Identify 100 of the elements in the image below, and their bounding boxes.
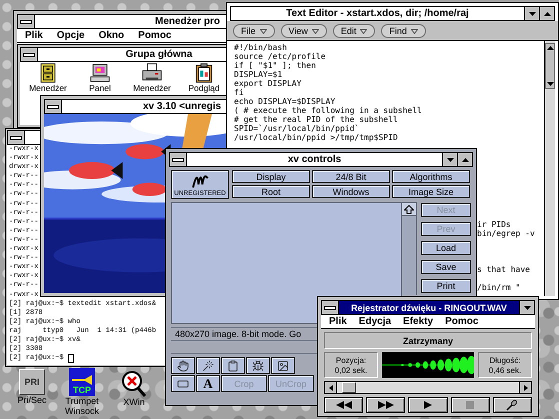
control-button[interactable]: Display [232,170,310,183]
window-title: xv 3.10 <unregis [143,101,222,112]
info-value: 0,02 sek. [334,366,368,374]
system-menu-button[interactable] [17,14,35,29]
status-text: Zatrzymany [324,332,532,349]
caret-icon [410,28,418,34]
trumpet-icon [71,375,93,385]
control-button[interactable]: Windows [312,185,390,198]
icon-label: Menedżer [133,84,171,93]
caret-icon [446,158,454,162]
control-button[interactable]: Image Size [392,185,470,198]
icon-label: Pri/Sec [17,395,46,405]
minimize-button[interactable] [524,6,540,21]
icon-label: Podgląd [188,84,220,93]
system-menu-button[interactable] [321,300,339,315]
scrollbar-thumb[interactable] [545,43,555,89]
play-button[interactable] [408,397,448,413]
info-value: 0,46 sek. [488,366,522,374]
text-tool-button[interactable]: A [196,375,220,392]
code-line: SPID=`/usr/local/bin/ppid` [234,124,360,133]
caret-icon [462,158,468,162]
stop-button[interactable] [450,397,490,413]
wand-icon [202,360,214,372]
code-line: DISPLAY=$1 [234,70,284,79]
code-line: export DISPLAY [234,79,302,88]
info-label: Pozycja: [336,356,366,364]
icon-label: Winsock [64,406,99,416]
menu-item[interactable]: Edycja [358,316,392,327]
control-button[interactable]: Root [232,185,310,198]
caret-icon [544,12,550,16]
arrow-right-icon [524,384,528,390]
menu-item[interactable]: Pomoc [138,30,172,41]
code-line: s that have [477,265,530,274]
window-title: Text Editor - xstart.xdos, dir; /home/raj [286,8,469,19]
tool-button[interactable] [196,357,220,374]
tool-button[interactable] [271,357,295,374]
code-line: ( # execute the following in a subshell [234,106,423,115]
system-menu-button[interactable] [169,152,187,167]
menu-item[interactable]: Plik [25,30,43,41]
menu-button[interactable]: Edit [332,24,376,38]
menu-item[interactable]: Okno [98,30,124,41]
rewind-button[interactable] [324,397,364,413]
tool-button[interactable] [246,357,270,374]
caret-icon [546,82,554,86]
desktop-icon[interactable]: TCP [69,368,95,396]
code-line: # get the real PID of the subshell [234,115,399,124]
code-line: source /etc/profile [234,52,327,61]
side-button[interactable]: Load [421,241,471,255]
maximize-button[interactable] [457,152,473,167]
icon-label: XWin [123,397,145,407]
tool-button[interactable] [221,357,245,374]
frame-icon [177,378,189,390]
minimize-button[interactable] [442,152,458,167]
icon-text: TCP [73,385,91,395]
code-line: echo DISPLAY=$DISPLAY [234,97,336,106]
record-button[interactable] [492,397,532,413]
system-menu-button[interactable] [7,130,25,145]
system-menu-button[interactable] [20,47,38,62]
window-title: xv controls [288,154,342,165]
caret-icon [524,306,530,310]
menu-item[interactable]: Opcje [56,30,85,41]
menu-item[interactable]: Pomoc [445,316,478,327]
menu-button[interactable]: File [233,24,275,38]
clipboard-icon [227,360,239,372]
menu-button[interactable]: Find [381,24,426,38]
menu-item[interactable]: Efekty [403,316,434,327]
icon-label: Menedżer [29,84,67,93]
image-icon [277,360,289,372]
icon-text: PRI [24,377,40,387]
control-button[interactable]: Algorithms [392,170,470,183]
tool-button[interactable] [171,375,195,392]
maximize-button[interactable] [539,6,555,21]
scroll-up-button[interactable] [402,203,416,216]
info-label: Długość: [489,356,521,364]
bug-icon [252,360,264,372]
code-line: fi [234,88,245,97]
code-line: #!/bin/bash [234,43,288,52]
control-button[interactable]: 24/8 Bit [312,170,390,183]
window-title: Rejestrator dźwięku - RINGOUT.WAV [351,302,507,312]
text-cursor [68,354,74,364]
magnifier-icon[interactable] [122,371,146,397]
code-line: ir PIDs [477,220,511,229]
caret-icon [360,28,368,34]
icon-label: Trumpet [65,396,99,406]
forward-button[interactable] [366,397,406,413]
tool-button[interactable] [171,357,195,374]
code-line: /bin/rm " [477,283,520,292]
hand-icon [177,360,189,372]
caret-icon [312,28,319,34]
arrow-left-icon [328,384,332,390]
system-menu-button[interactable] [44,99,62,114]
slider-thumb[interactable] [342,382,356,393]
side-button[interactable]: Save [421,260,471,274]
menu-button[interactable]: View [280,24,327,38]
code-line: bin/egrep -v [477,229,535,238]
minimize-button[interactable] [519,300,535,315]
side-button[interactable]: Print [421,279,471,293]
caret-icon [260,28,267,34]
desktop-icon[interactable]: PRI [19,369,45,395]
menu-item[interactable]: Plik [329,316,347,327]
